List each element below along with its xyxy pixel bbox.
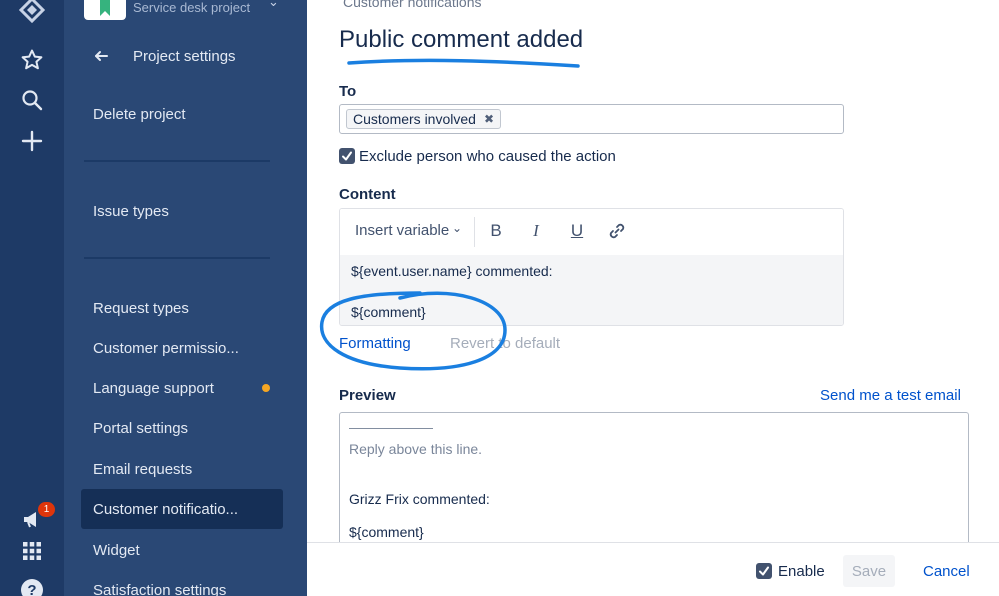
remove-chip-icon[interactable]: ✖ bbox=[484, 110, 494, 128]
bold-button[interactable]: B bbox=[485, 220, 507, 242]
preview-commenter-line: Grizz Frix commented: bbox=[349, 491, 490, 507]
help-icon[interactable]: ? bbox=[16, 574, 48, 596]
editor-body[interactable]: ${event.user.name} commented: ${comment} bbox=[340, 255, 843, 325]
save-button[interactable]: Save bbox=[843, 555, 895, 587]
search-icon[interactable] bbox=[16, 84, 48, 116]
preview-rule: —————— bbox=[349, 419, 433, 435]
footer-bar: Enable Save Cancel bbox=[307, 542, 999, 596]
sidebar-divider bbox=[84, 257, 270, 259]
link-icon[interactable] bbox=[606, 220, 628, 242]
project-avatar[interactable] bbox=[84, 0, 126, 20]
enable-label[interactable]: Enable bbox=[778, 563, 825, 580]
sidebar-item-language-support[interactable]: Language support bbox=[81, 368, 283, 408]
status-dot bbox=[262, 384, 270, 392]
to-recipients-field[interactable]: Customers involved ✖ bbox=[339, 104, 844, 134]
preview-reply-hint: Reply above this line. bbox=[349, 441, 483, 457]
toolbar-separator bbox=[474, 217, 475, 247]
sidebar-item-portal-settings[interactable]: Portal settings bbox=[81, 408, 283, 448]
notification-badge: 1 bbox=[38, 502, 55, 517]
app-grid-icon[interactable] bbox=[16, 535, 48, 567]
project-type-label: Service desk project bbox=[133, 0, 251, 15]
sidebar-divider bbox=[84, 160, 270, 162]
plus-icon[interactable] bbox=[16, 125, 48, 157]
sidebar-item-customer-notifications[interactable]: Customer notificatio... bbox=[81, 489, 283, 529]
sidebar-item-delete-project[interactable]: Delete project bbox=[81, 94, 283, 134]
jira-logo-icon[interactable] bbox=[16, 0, 48, 26]
recipient-chip-label: Customers involved bbox=[353, 111, 476, 127]
italic-button[interactable]: I bbox=[525, 220, 547, 242]
project-sidebar: Service desk project ⌄ Project settings … bbox=[64, 0, 307, 596]
editor-line: ${comment} bbox=[351, 304, 426, 320]
editor-toolbar: Insert variable ⌄ B I U bbox=[340, 209, 843, 255]
content-label: Content bbox=[339, 186, 396, 203]
chevron-down-icon[interactable]: ⌄ bbox=[452, 221, 462, 235]
send-test-email-link[interactable]: Send me a test email bbox=[820, 387, 961, 404]
chevron-down-icon[interactable]: ⌄ bbox=[268, 0, 279, 10]
sidebar-item-email-requests[interactable]: Email requests bbox=[81, 449, 283, 489]
sidebar-item-satisfaction-settings[interactable]: Satisfaction settings bbox=[81, 570, 283, 596]
global-navigation: 1 ? bbox=[0, 0, 64, 596]
title-underline-annotation bbox=[347, 58, 580, 68]
preview-label: Preview bbox=[339, 387, 396, 404]
preview-comment-variable: ${comment} bbox=[349, 524, 424, 540]
breadcrumb[interactable]: Customer notifications bbox=[343, 0, 482, 10]
page-title: Public comment added bbox=[339, 26, 584, 53]
cancel-button[interactable]: Cancel bbox=[923, 563, 970, 580]
formatting-link[interactable]: Formatting bbox=[339, 335, 411, 352]
insert-variable-dropdown[interactable]: Insert variable bbox=[355, 222, 449, 239]
exclude-checkbox-label[interactable]: Exclude person who caused the action bbox=[359, 148, 616, 165]
enable-checkbox[interactable] bbox=[756, 563, 772, 579]
revert-to-default-link[interactable]: Revert to default bbox=[450, 335, 560, 352]
svg-text:?: ? bbox=[27, 582, 36, 596]
sidebar-item-customer-permissions[interactable]: Customer permissio... bbox=[81, 328, 283, 368]
sidebar-item-issue-types[interactable]: Issue types bbox=[81, 191, 283, 231]
exclude-checkbox[interactable] bbox=[339, 148, 355, 164]
editor-line: ${event.user.name} commented: bbox=[351, 263, 553, 279]
content-editor: Insert variable ⌄ B I U ${event.user.nam… bbox=[339, 208, 844, 326]
sidebar-item-widget[interactable]: Widget bbox=[81, 530, 283, 570]
recipient-chip[interactable]: Customers involved ✖ bbox=[346, 109, 501, 129]
email-preview: —————— Reply above this line. Grizz Frix… bbox=[339, 412, 969, 552]
star-icon[interactable] bbox=[16, 44, 48, 76]
sidebar-section-title: Project settings bbox=[133, 48, 236, 65]
underline-button[interactable]: U bbox=[566, 220, 588, 242]
to-label: To bbox=[339, 83, 357, 100]
back-arrow-icon[interactable] bbox=[92, 46, 112, 66]
sidebar-item-request-types[interactable]: Request types bbox=[81, 288, 283, 328]
